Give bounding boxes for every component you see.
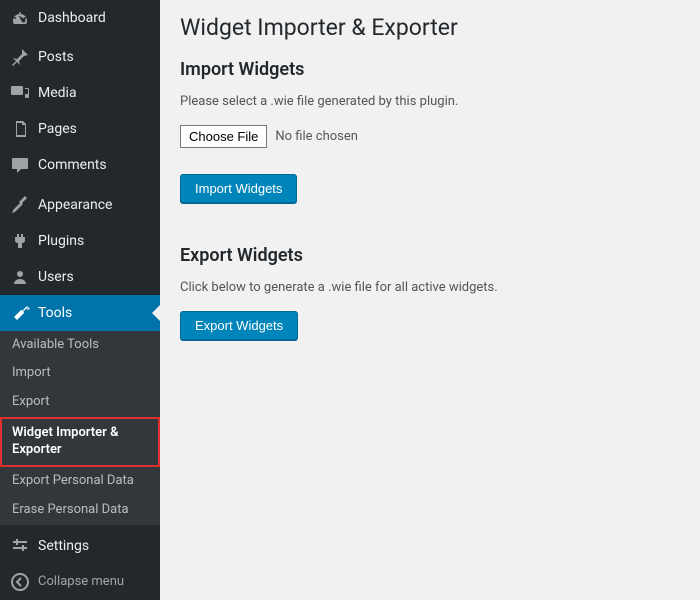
comment-icon (10, 155, 30, 175)
sidebar-item-media[interactable]: Media (0, 75, 160, 111)
submenu-item-export-personal-data[interactable]: Export Personal Data (0, 467, 160, 496)
sidebar-item-pages[interactable]: Pages (0, 111, 160, 147)
sidebar-item-posts[interactable]: Posts (0, 39, 160, 75)
sidebar-item-appearance[interactable]: Appearance (0, 187, 160, 223)
user-icon (10, 267, 30, 287)
pin-icon (10, 47, 30, 67)
submenu-item-erase-personal-data[interactable]: Erase Personal Data (0, 496, 160, 525)
export-widgets-button[interactable]: Export Widgets (180, 311, 298, 340)
sidebar-item-label: Appearance (38, 197, 112, 213)
plugin-icon (10, 231, 30, 251)
sidebar-item-label: Tools (38, 305, 72, 321)
sidebar-item-label: Comments (38, 157, 107, 173)
sidebar-item-label: Plugins (38, 233, 84, 249)
submenu-item-available-tools[interactable]: Available Tools (0, 331, 160, 360)
file-status: No file chosen (275, 129, 358, 144)
collapse-menu[interactable]: Collapse menu (0, 564, 160, 600)
submenu-item-widget-importer-exporter[interactable]: Widget Importer & Exporter (0, 417, 160, 467)
sidebar-item-label: Settings (38, 538, 89, 554)
sidebar-item-label: Media (38, 85, 77, 101)
sidebar-item-dashboard[interactable]: Dashboard (0, 0, 160, 36)
submenu-item-import[interactable]: Import (0, 359, 160, 388)
import-widgets-button[interactable]: Import Widgets (180, 174, 297, 203)
sliders-icon (10, 536, 30, 556)
collapse-label: Collapse menu (38, 574, 124, 589)
export-heading: Export Widgets (180, 245, 680, 266)
sidebar-item-label: Posts (38, 49, 74, 65)
wrench-icon (10, 303, 30, 323)
page-title: Widget Importer & Exporter (180, 10, 680, 41)
import-instruction: Please select a .wie file generated by t… (180, 94, 680, 109)
tools-submenu: Available Tools Import Export Widget Imp… (0, 331, 160, 525)
sidebar-item-users[interactable]: Users (0, 259, 160, 295)
export-instruction: Click below to generate a .wie file for … (180, 280, 680, 295)
main-content: Widget Importer & Exporter Import Widget… (160, 0, 700, 600)
admin-sidebar: Dashboard Posts Media Pages Comments App… (0, 0, 160, 600)
file-input-row: Choose File No file chosen (180, 125, 680, 148)
media-icon (10, 83, 30, 103)
sidebar-item-tools[interactable]: Tools (0, 295, 160, 331)
sidebar-item-label: Users (38, 269, 74, 285)
dashboard-icon (10, 8, 30, 28)
brush-icon (10, 195, 30, 215)
collapse-icon (10, 572, 30, 592)
sidebar-item-label: Dashboard (38, 10, 106, 26)
submenu-item-export[interactable]: Export (0, 388, 160, 417)
sidebar-item-settings[interactable]: Settings (0, 528, 160, 564)
sidebar-item-comments[interactable]: Comments (0, 147, 160, 183)
import-heading: Import Widgets (180, 59, 680, 80)
sidebar-item-plugins[interactable]: Plugins (0, 223, 160, 259)
page-icon (10, 119, 30, 139)
sidebar-item-label: Pages (38, 121, 77, 137)
choose-file-button[interactable]: Choose File (180, 125, 267, 148)
